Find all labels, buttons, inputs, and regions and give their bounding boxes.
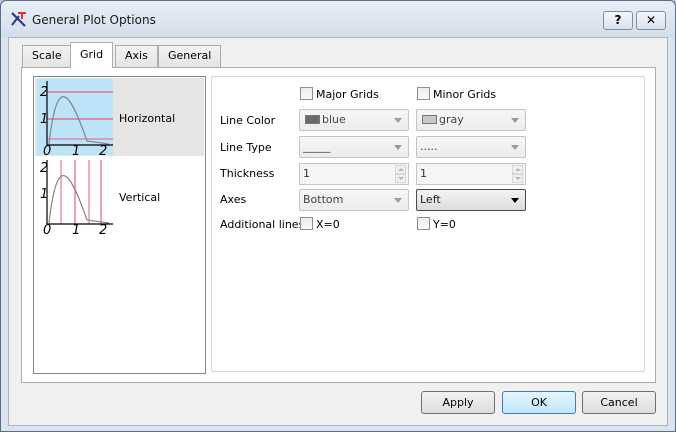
major-axes-combo[interactable]: Bottom [299, 189, 409, 211]
chevron-down-icon [511, 145, 519, 150]
y0-label: Y=0 [433, 218, 456, 231]
chevron-down-icon [394, 145, 402, 150]
minor-axes-value: Left [420, 193, 441, 206]
apply-button[interactable]: Apply [421, 391, 495, 414]
grid-settings-group: Major Grids Minor Grids Line Color blue … [211, 76, 645, 372]
minor-axes-combo[interactable]: Left [416, 189, 526, 211]
list-item-label: Horizontal [119, 112, 176, 125]
tab-general[interactable]: General [158, 45, 222, 67]
major-line-type-value: _____ [303, 140, 331, 153]
minor-line-type-value: ..... [420, 140, 438, 153]
major-line-type-combo[interactable]: _____ [299, 136, 409, 158]
tick-label: 1 [72, 144, 80, 155]
major-thickness-value: 1 [303, 167, 310, 180]
major-color-value: blue [322, 113, 346, 126]
cancel-button[interactable]: Cancel [582, 391, 656, 414]
tick-label: 2 [99, 223, 107, 234]
minor-thickness-spinbox[interactable]: 1 [416, 163, 526, 185]
spin-up-icon[interactable] [512, 165, 523, 174]
spin-down-icon[interactable] [395, 174, 406, 183]
tab-axis[interactable]: Axis [115, 45, 158, 67]
minor-line-type-combo[interactable]: ..... [416, 136, 526, 158]
grid-tab-panel: 2 1 0 1 2 Horizontal 2 1 0 1 2 Vertical … [21, 67, 656, 383]
axes-label: Axes [220, 193, 247, 206]
tick-label: 0 [43, 144, 51, 155]
tick-label: 1 [40, 187, 48, 202]
chevron-down-icon [394, 198, 402, 203]
minor-thickness-value: 1 [420, 167, 427, 180]
window-title: General Plot Options [32, 13, 156, 27]
chevron-down-icon [511, 118, 519, 123]
major-color-combo[interactable]: blue [299, 109, 409, 131]
major-axes-value: Bottom [303, 193, 344, 206]
chevron-down-icon [511, 198, 519, 203]
title-bar: General Plot Options ? ✕ [1, 1, 675, 37]
close-button[interactable]: ✕ [636, 11, 666, 30]
tick-label: 2 [40, 85, 48, 100]
line-type-label: Line Type [220, 141, 272, 154]
color-swatch [422, 115, 437, 124]
dialog-body: Scale Grid Axis General 2 1 0 1 2 Horizo… [8, 37, 668, 426]
app-icon [11, 12, 26, 27]
y0-checkbox[interactable] [417, 217, 430, 230]
spin-down-icon[interactable] [512, 174, 523, 183]
tab-grid[interactable]: Grid [70, 42, 114, 68]
additional-lines-label: Additional lines [220, 218, 305, 231]
minor-color-combo[interactable]: gray [416, 109, 526, 131]
x0-checkbox[interactable] [300, 217, 313, 230]
thickness-label: Thickness [220, 167, 275, 180]
major-thickness-spinbox[interactable]: 1 [299, 163, 409, 185]
list-item-horizontal[interactable]: 2 1 0 1 2 Horizontal [35, 78, 204, 156]
ok-button[interactable]: OK [502, 391, 576, 414]
tick-label: 2 [99, 144, 107, 155]
list-item-vertical[interactable]: 2 1 0 1 2 Vertical [35, 157, 204, 235]
spin-up-icon[interactable] [395, 165, 406, 174]
color-swatch [305, 115, 320, 124]
tab-scale[interactable]: Scale [22, 45, 72, 67]
horizontal-grid-icon: 2 1 0 1 2 [37, 79, 113, 155]
chevron-down-icon [394, 118, 402, 123]
major-grids-checkbox[interactable] [300, 87, 313, 100]
minor-grids-label: Minor Grids [433, 88, 497, 101]
grid-orientation-list[interactable]: 2 1 0 1 2 Horizontal 2 1 0 1 2 Vertical [33, 76, 206, 374]
tick-label: 1 [72, 223, 80, 234]
line-color-label: Line Color [220, 114, 276, 127]
minor-grids-checkbox[interactable] [417, 87, 430, 100]
major-grids-label: Major Grids [316, 88, 379, 101]
x0-label: X=0 [316, 218, 340, 231]
minor-color-value: gray [439, 113, 464, 126]
help-button[interactable]: ? [603, 11, 633, 30]
tick-label: 2 [40, 161, 48, 176]
vertical-grid-icon: 2 1 0 1 2 [40, 160, 113, 234]
dialog-window: General Plot Options ? ✕ Scale Grid Axis… [0, 0, 676, 432]
list-item-label: Vertical [119, 191, 161, 204]
tick-label: 1 [40, 112, 48, 127]
tick-label: 0 [43, 223, 51, 234]
